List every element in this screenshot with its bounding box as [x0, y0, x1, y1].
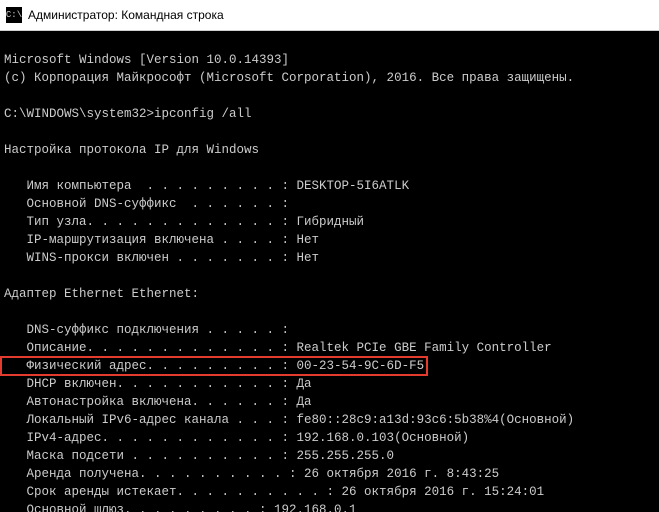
kv-line: Маска подсети . . . . . . . . . . : 255.… [4, 449, 394, 463]
section-header: Адаптер Ethernet Ethernet: [4, 287, 199, 301]
console-output: Microsoft Windows [Version 10.0.14393] (… [0, 31, 659, 512]
kv-line: Срок аренды истекает. . . . . . . . . . … [4, 485, 544, 499]
line: (c) Корпорация Майкрософт (Microsoft Cor… [4, 71, 574, 85]
kv-line: DNS-суффикс подключения . . . . . : [4, 323, 289, 337]
line: Microsoft Windows [Version 10.0.14393] [4, 53, 289, 67]
section-header: Настройка протокола IP для Windows [4, 143, 259, 157]
kv-line: Основной DNS-суффикс . . . . . . : [4, 197, 289, 211]
cmd-icon: C:\ [6, 7, 22, 23]
prompt-line: C:\WINDOWS\system32>ipconfig /all [4, 107, 252, 121]
highlight-box: Физический адрес. . . . . . . . . : 00-2… [0, 356, 428, 376]
highlighted-line: Физический адрес. . . . . . . . . : 00-2… [4, 359, 426, 373]
kv-line: Локальный IPv6-адрес канала . . . : fe80… [4, 413, 574, 427]
titlebar[interactable]: C:\ Администратор: Командная строка [0, 0, 659, 31]
window-title: Администратор: Командная строка [28, 8, 224, 22]
kv-line: WINS-прокси включен . . . . . . . : Нет [4, 251, 319, 265]
kv-line: DHCP включен. . . . . . . . . . . : Да [4, 377, 312, 391]
kv-line: Тип узла. . . . . . . . . . . . . : Гибр… [4, 215, 364, 229]
kv-line: Автонастройка включена. . . . . . : Да [4, 395, 312, 409]
kv-line: IPv4-адрес. . . . . . . . . . . . : 192.… [4, 431, 469, 445]
kv-line: IP-маршрутизация включена . . . . : Нет [4, 233, 319, 247]
kv-line: Аренда получена. . . . . . . . . . : 26 … [4, 467, 499, 481]
kv-line: Имя компьютера . . . . . . . . . : DESKT… [4, 179, 409, 193]
kv-line: Основной шлюз. . . . . . . . . : 192.168… [4, 503, 357, 512]
kv-line: Описание. . . . . . . . . . . . . : Real… [4, 341, 552, 355]
